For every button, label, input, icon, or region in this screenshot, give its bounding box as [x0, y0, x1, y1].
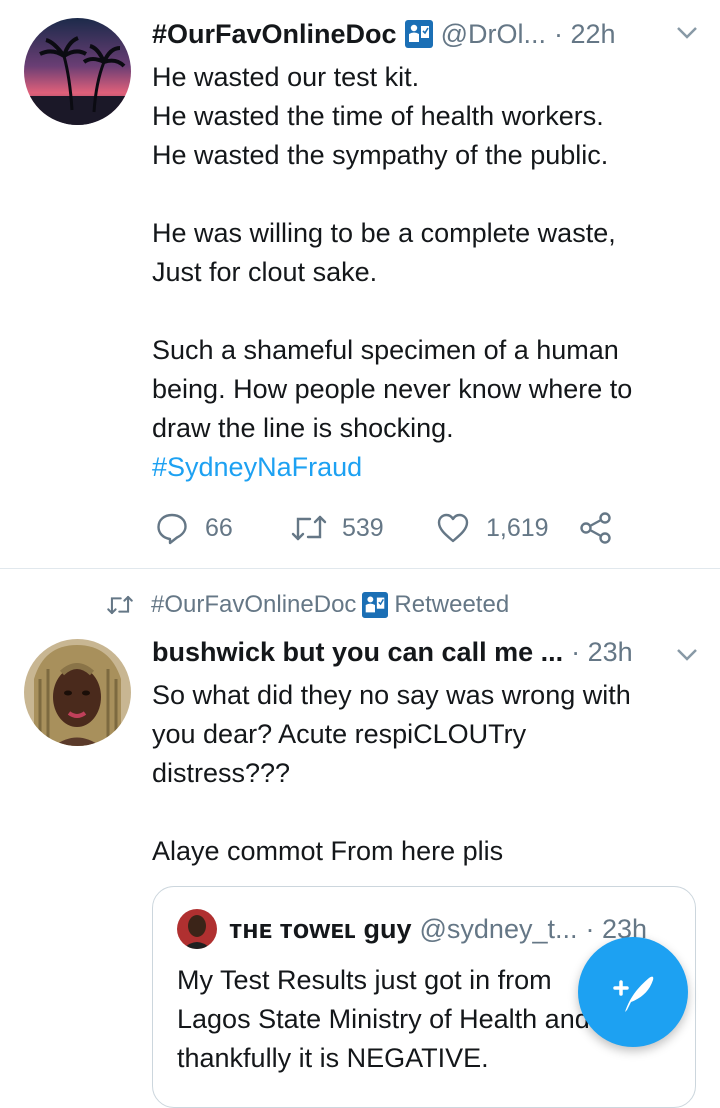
retweet-count: 539 [342, 513, 384, 542]
tweet-line: being. How people never know where to [152, 374, 633, 404]
tweet-line: Such a shameful specimen of a human [152, 335, 619, 365]
tweet-line: draw the line is shocking. [152, 413, 454, 443]
tweet-line: you dear? Acute respiCLOUTry [152, 719, 527, 749]
retweet-context[interactable]: #OurFavOnlineDoc Retweeted [105, 588, 509, 622]
tweet-text: So what did they no say was wrong with y… [152, 676, 700, 871]
display-name[interactable]: bushwick but you can call me ... [152, 637, 563, 668]
doctor-badge-icon [362, 592, 389, 618]
avatar[interactable] [177, 909, 217, 949]
quoted-tweet-header: ᴛʜᴇ ᴛᴏᴡᴇʟ guy @sydney_t... · 23h [177, 909, 675, 949]
tweet-text: He wasted our test kit. He wasted the ti… [152, 58, 700, 487]
tweet-line: He wasted the sympathy of the public. [152, 140, 609, 170]
hashtag-link[interactable]: #SydneyNaFraud [152, 452, 362, 482]
timestamp: · 23h [571, 636, 633, 667]
tweet-line: Alaye commot From here plis [152, 836, 504, 866]
tweet-line: So what did they no say was wrong with [152, 680, 631, 710]
tweet-line: He wasted our test kit. [152, 62, 420, 92]
tweet-line: distress??? [152, 758, 291, 788]
retweet-icon [107, 595, 133, 615]
tweet-line [152, 292, 700, 331]
retweeted-label: Retweeted [394, 591, 510, 618]
display-name[interactable]: ᴛʜᴇ ᴛᴏᴡᴇʟ guy [229, 914, 412, 945]
display-name[interactable]: #OurFavOnlineDoc [152, 19, 397, 50]
heart-icon [437, 513, 469, 543]
tweet-line: He was willing to be a complete waste, [152, 218, 616, 248]
retweet-icon [291, 515, 327, 541]
chevron-down-icon[interactable] [676, 26, 698, 40]
handle[interactable]: @sydney_t... [420, 914, 578, 945]
tweet-line [152, 793, 700, 832]
chevron-down-icon[interactable] [676, 648, 698, 662]
reply-icon [157, 513, 187, 545]
reply-count: 66 [205, 513, 233, 542]
retweeter-name[interactable]: #OurFavOnlineDoc [151, 591, 356, 619]
reply-button[interactable]: 66 [155, 511, 290, 545]
like-count: 1,619 [486, 513, 549, 542]
share-icon [580, 512, 611, 544]
tweet-card[interactable]: #OurFavOnlineDoc @DrOl... · 22h He waste… [0, 0, 720, 568]
compose-tweet-button[interactable] [578, 937, 688, 1047]
tweet-header: #OurFavOnlineDoc @DrOl... · 22h [152, 14, 700, 54]
tweet-line: He wasted the time of health workers. [152, 101, 604, 131]
retweet-button[interactable]: 539 [290, 513, 436, 543]
tweet-divider [0, 568, 720, 569]
compose-tweet-icon [613, 976, 654, 1012]
handle[interactable]: @DrOl... [441, 19, 546, 50]
avatar[interactable] [24, 639, 131, 746]
share-button[interactable] [579, 512, 613, 544]
tweet-line [152, 175, 700, 214]
tweet-actions: 66 539 1,619 [155, 508, 613, 548]
tweet-header: bushwick but you can call me ... · 23h [152, 632, 700, 672]
like-button[interactable]: 1,619 [436, 512, 579, 544]
tweet-line: Just for clout sake. [152, 257, 378, 287]
timestamp: · 22h [553, 18, 616, 49]
avatar[interactable] [24, 18, 131, 125]
doctor-badge-icon [404, 20, 433, 48]
